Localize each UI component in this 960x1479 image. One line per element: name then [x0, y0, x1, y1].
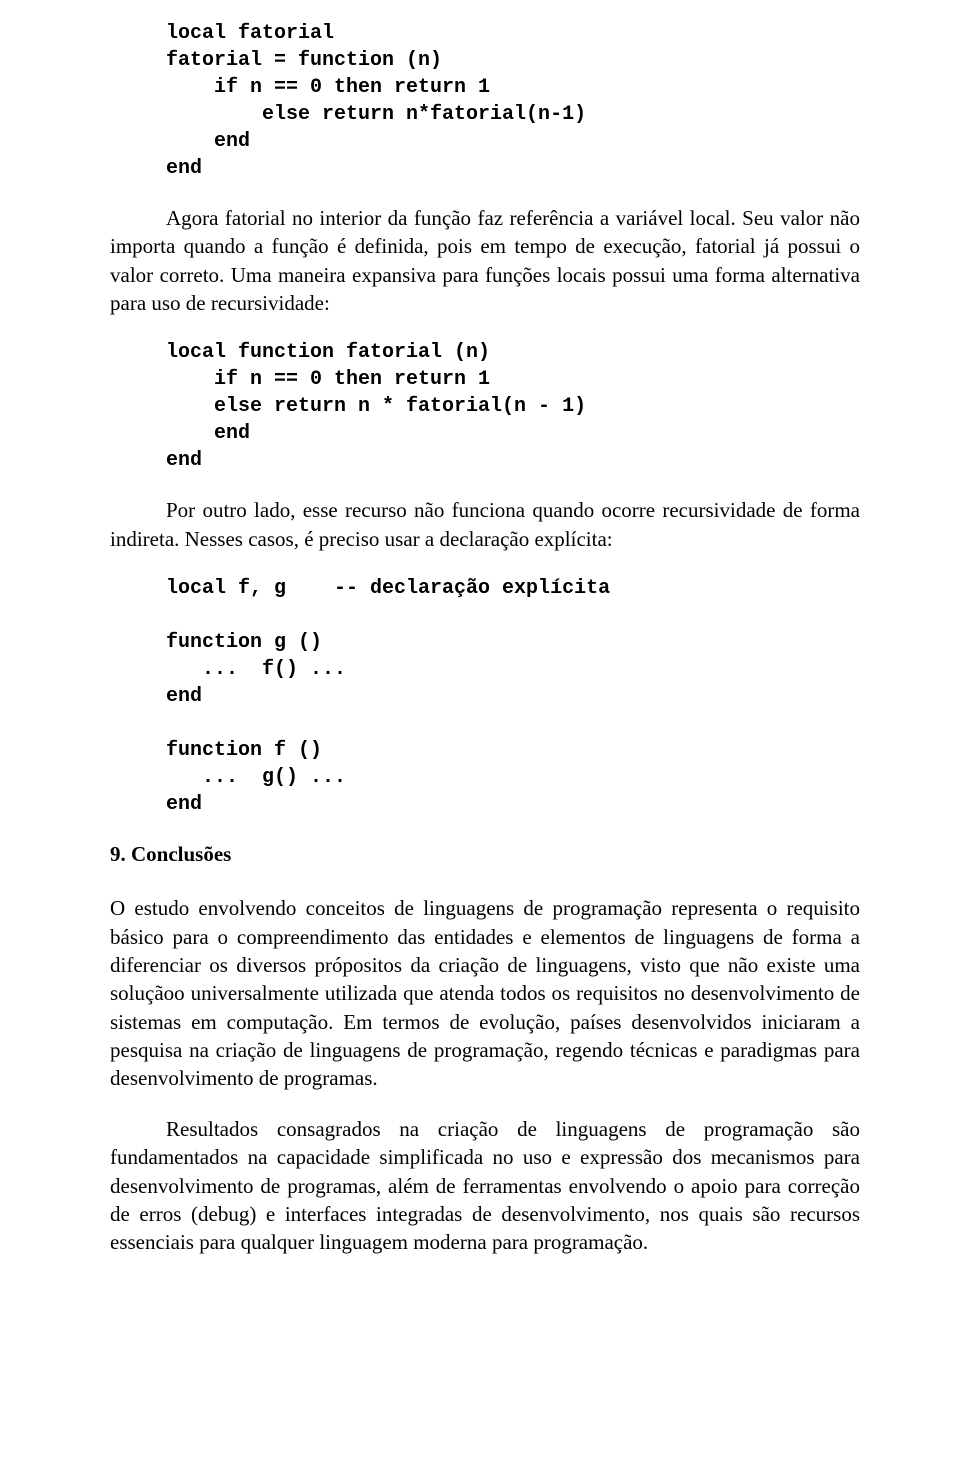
- paragraph-2: Por outro lado, esse recurso não funcion…: [110, 496, 860, 553]
- code-block-3: local f, g -- declaração explícita funct…: [166, 575, 860, 818]
- code-block-1: local fatorial fatorial = function (n) i…: [166, 20, 860, 182]
- paragraph-4: Resultados consagrados na criação de lin…: [110, 1115, 860, 1257]
- paragraph-3: O estudo envolvendo conceitos de linguag…: [110, 894, 860, 1092]
- paragraph-1: Agora fatorial no interior da função faz…: [110, 204, 860, 317]
- page: local fatorial fatorial = function (n) i…: [0, 0, 960, 1339]
- section-heading: 9. Conclusões: [110, 840, 860, 868]
- code-block-2: local function fatorial (n) if n == 0 th…: [166, 339, 860, 474]
